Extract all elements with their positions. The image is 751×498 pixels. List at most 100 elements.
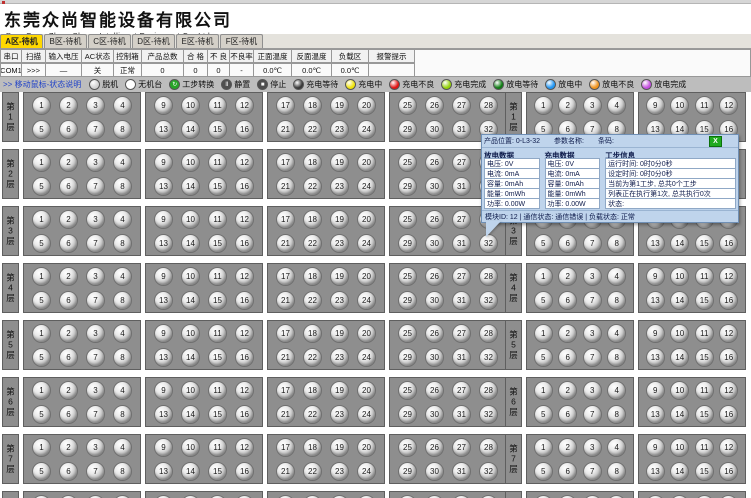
product-slot[interactable]: 2 (558, 324, 577, 343)
product-slot[interactable]: 28 (479, 267, 498, 286)
product-slot[interactable]: 12 (719, 381, 738, 400)
product-slot[interactable]: 11 (208, 153, 227, 172)
product-slot[interactable]: 11 (695, 96, 714, 115)
product-slot[interactable]: 5 (32, 120, 51, 139)
product-slot[interactable]: 24 (357, 234, 376, 253)
product-slot[interactable]: 22 (303, 405, 322, 424)
product-slot[interactable]: 9 (154, 153, 173, 172)
product-slot[interactable]: 7 (86, 177, 105, 196)
product-slot[interactable]: 4 (113, 153, 132, 172)
product-slot[interactable]: 26 (425, 153, 444, 172)
product-slot[interactable]: 26 (425, 210, 444, 229)
product-slot[interactable]: 26 (425, 495, 444, 498)
product-slot[interactable]: 29 (398, 234, 417, 253)
product-slot[interactable]: 20 (357, 495, 376, 498)
product-slot[interactable]: 2 (558, 96, 577, 115)
product-slot[interactable]: 11 (208, 495, 227, 498)
product-slot[interactable]: 4 (607, 381, 626, 400)
product-slot[interactable]: 23 (330, 462, 349, 481)
product-slot[interactable]: 10 (670, 381, 689, 400)
product-slot[interactable]: 17 (276, 210, 295, 229)
product-slot[interactable]: 4 (113, 324, 132, 343)
product-slot[interactable]: 8 (607, 348, 626, 367)
product-slot[interactable]: 15 (695, 291, 714, 310)
product-slot[interactable]: 23 (330, 291, 349, 310)
product-slot[interactable]: 26 (425, 381, 444, 400)
product-slot[interactable]: 7 (86, 120, 105, 139)
product-slot[interactable]: 6 (558, 234, 577, 253)
product-slot[interactable]: 7 (86, 405, 105, 424)
product-slot[interactable]: 20 (357, 267, 376, 286)
product-slot[interactable]: 22 (303, 120, 322, 139)
product-slot[interactable]: 12 (235, 438, 254, 457)
product-slot[interactable]: 14 (181, 291, 200, 310)
product-slot[interactable]: 4 (113, 210, 132, 229)
product-slot[interactable]: 7 (86, 234, 105, 253)
product-slot[interactable]: 12 (719, 324, 738, 343)
product-slot[interactable]: 3 (583, 96, 602, 115)
product-slot[interactable]: 21 (276, 348, 295, 367)
product-slot[interactable]: 25 (398, 267, 417, 286)
product-slot[interactable]: 4 (607, 495, 626, 498)
product-slot[interactable]: 8 (113, 177, 132, 196)
product-slot[interactable]: 8 (113, 462, 132, 481)
product-slot[interactable]: 2 (59, 381, 78, 400)
product-slot[interactable]: 25 (398, 381, 417, 400)
product-slot[interactable]: 5 (534, 234, 553, 253)
popup-close-button[interactable]: X (709, 136, 722, 147)
product-slot[interactable]: 17 (276, 324, 295, 343)
product-slot[interactable]: 2 (59, 267, 78, 286)
product-slot[interactable]: 12 (235, 495, 254, 498)
product-slot[interactable]: 27 (452, 96, 471, 115)
product-slot[interactable]: 13 (154, 291, 173, 310)
product-slot[interactable]: 1 (32, 153, 51, 172)
product-slot[interactable]: 29 (398, 291, 417, 310)
product-slot[interactable]: 4 (607, 324, 626, 343)
product-slot[interactable]: 9 (646, 267, 665, 286)
tab-zone-b[interactable]: B区-待机 (44, 34, 87, 48)
product-slot[interactable]: 4 (113, 267, 132, 286)
product-slot[interactable]: 6 (59, 405, 78, 424)
product-slot[interactable]: 7 (86, 348, 105, 367)
product-slot[interactable]: 6 (59, 120, 78, 139)
product-slot[interactable]: 18 (303, 153, 322, 172)
product-slot[interactable]: 14 (181, 120, 200, 139)
tab-zone-d[interactable]: D区-待机 (132, 34, 175, 48)
product-slot[interactable]: 27 (452, 210, 471, 229)
product-slot[interactable]: 16 (719, 462, 738, 481)
product-slot[interactable]: 4 (607, 438, 626, 457)
product-slot[interactable]: 13 (154, 120, 173, 139)
product-slot[interactable]: 23 (330, 177, 349, 196)
product-slot[interactable]: 8 (607, 405, 626, 424)
product-slot[interactable]: 9 (646, 495, 665, 498)
product-slot[interactable]: 16 (235, 234, 254, 253)
product-slot[interactable]: 23 (330, 405, 349, 424)
product-slot[interactable]: 14 (670, 462, 689, 481)
product-slot[interactable]: 1 (534, 438, 553, 457)
product-slot[interactable]: 7 (86, 462, 105, 481)
product-slot[interactable]: 16 (235, 462, 254, 481)
product-slot[interactable]: 17 (276, 267, 295, 286)
product-slot[interactable]: 20 (357, 153, 376, 172)
product-slot[interactable]: 19 (330, 153, 349, 172)
tab-zone-c[interactable]: C区-待机 (88, 34, 131, 48)
product-slot[interactable]: 27 (452, 324, 471, 343)
product-slot[interactable]: 1 (32, 210, 51, 229)
product-slot[interactable]: 10 (181, 381, 200, 400)
product-slot[interactable]: 8 (607, 291, 626, 310)
product-slot[interactable]: 5 (32, 462, 51, 481)
product-slot[interactable]: 1 (534, 96, 553, 115)
product-slot[interactable]: 25 (398, 438, 417, 457)
product-slot[interactable]: 8 (113, 234, 132, 253)
product-slot[interactable]: 21 (276, 234, 295, 253)
product-slot[interactable]: 21 (276, 462, 295, 481)
product-slot[interactable]: 15 (208, 348, 227, 367)
product-slot[interactable]: 16 (235, 291, 254, 310)
product-slot[interactable]: 17 (276, 381, 295, 400)
product-slot[interactable]: 18 (303, 495, 322, 498)
product-slot[interactable]: 13 (154, 234, 173, 253)
product-slot[interactable]: 10 (670, 438, 689, 457)
product-slot[interactable]: 4 (113, 495, 132, 498)
product-slot[interactable]: 26 (425, 96, 444, 115)
product-slot[interactable]: 24 (357, 462, 376, 481)
